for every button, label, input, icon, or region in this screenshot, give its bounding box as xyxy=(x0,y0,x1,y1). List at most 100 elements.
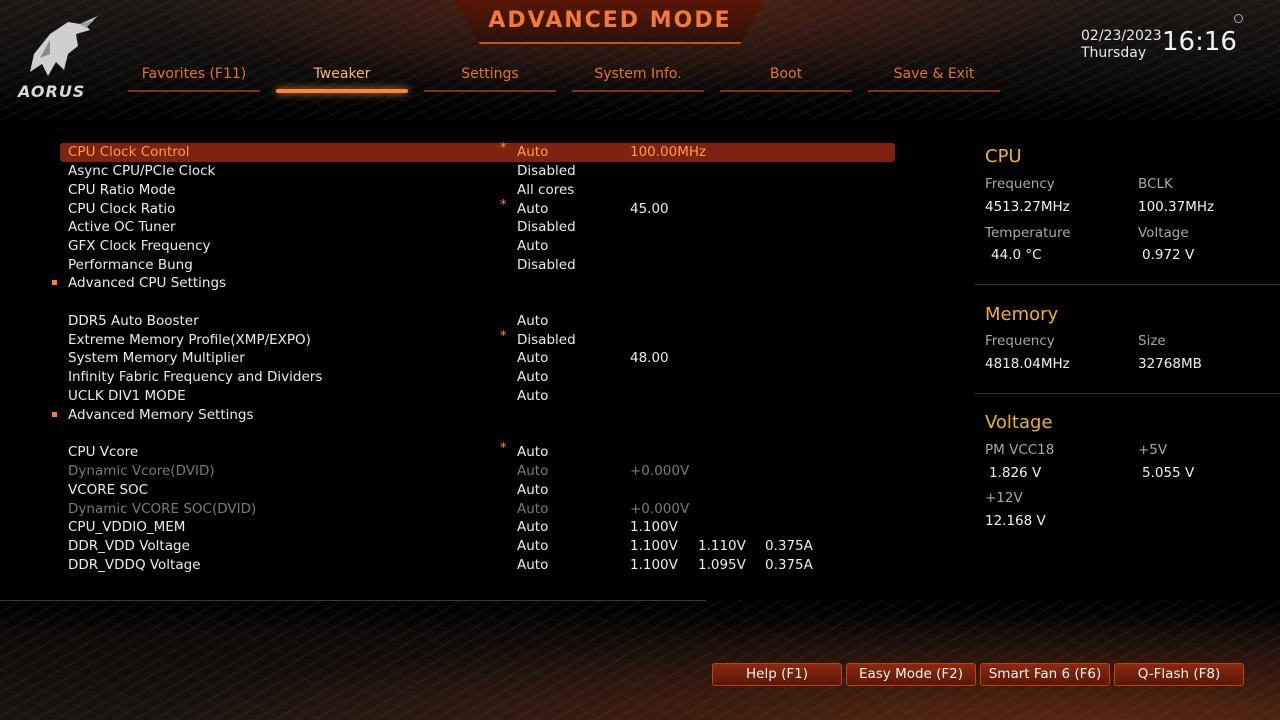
setting-row-ddr-vdd-voltage[interactable]: DDR_VDD Voltage Auto 1.100V 1.110V 0.375… xyxy=(60,537,895,556)
cpu-frequency-label: Frequency xyxy=(985,176,1055,192)
tab-tweaker[interactable]: Tweaker xyxy=(276,66,408,93)
setting-extra: +0.000V xyxy=(630,501,690,517)
content-divider xyxy=(0,600,706,601)
setting-value[interactable]: Auto xyxy=(517,144,548,160)
5v-value: 5.055 V xyxy=(1142,465,1195,481)
cpu-panel-title: CPU xyxy=(985,146,1022,167)
setting-label: Active OC Tuner xyxy=(68,219,176,235)
setting-label: Dynamic Vcore(DVID) xyxy=(68,463,215,479)
setting-row-vcore-soc[interactable]: VCORE SOC Auto xyxy=(60,481,895,500)
settings-dot-icon[interactable] xyxy=(1234,14,1243,23)
help-button[interactable]: Help (F1) xyxy=(712,663,842,686)
setting-row-infinity-fabric[interactable]: Infinity Fabric Frequency and Dividers A… xyxy=(60,368,895,387)
setting-value[interactable]: All cores xyxy=(517,182,574,198)
voltage-panel-title: Voltage xyxy=(985,412,1053,433)
memory-size-label: Size xyxy=(1138,333,1166,349)
modified-star-icon: * xyxy=(500,141,507,156)
setting-value[interactable]: Auto xyxy=(517,388,548,404)
cpu-temperature-value: 44.0 °C xyxy=(991,247,1042,263)
setting-row-gfx-clock-frequency[interactable]: GFX Clock Frequency Auto xyxy=(60,237,895,256)
modified-star-icon: * xyxy=(500,329,507,344)
q-flash-button[interactable]: Q-Flash (F8) xyxy=(1114,663,1244,686)
setting-value[interactable]: Auto xyxy=(517,350,548,366)
pm-vcc18-label: PM VCC18 xyxy=(985,442,1055,458)
tab-label: Save & Exit xyxy=(893,66,975,82)
submenu-advanced-cpu-settings[interactable]: Advanced CPU Settings xyxy=(52,274,895,293)
tab-label: Favorites (F11) xyxy=(141,66,247,82)
setting-row-dynamic-vcore-soc: Dynamic VCORE SOC(DVID) Auto +0.000V xyxy=(60,500,895,519)
weekday: Thursday xyxy=(1081,45,1147,61)
setting-value[interactable]: Disabled xyxy=(517,257,576,273)
logo-text: AORUS xyxy=(18,82,86,101)
setting-label: CPU Vcore xyxy=(68,444,139,460)
setting-row-cpu-ratio-mode[interactable]: CPU Ratio Mode All cores xyxy=(60,181,895,200)
setting-value[interactable]: Auto xyxy=(517,238,548,254)
setting-row-cpu-clock-ratio[interactable]: CPU Clock Ratio * Auto 45.00 xyxy=(60,198,895,219)
submenu-bullet-icon xyxy=(52,280,57,285)
tab-settings[interactable]: Settings xyxy=(424,66,556,92)
setting-row-performance-bung[interactable]: Performance Bung Disabled xyxy=(60,256,895,275)
12v-value: 12.168 V xyxy=(985,513,1046,529)
setting-row-system-memory-multiplier[interactable]: System Memory Multiplier Auto 48.00 xyxy=(60,349,895,368)
setting-label: Performance Bung xyxy=(68,257,193,273)
setting-row-uclk-div1-mode[interactable]: UCLK DIV1 MODE Auto xyxy=(60,387,895,406)
memory-frequency-label: Frequency xyxy=(985,333,1055,349)
setting-value[interactable]: Auto xyxy=(517,201,548,217)
12v-label: +12V xyxy=(985,490,1023,506)
cpu-voltage-label: Voltage xyxy=(1138,225,1189,241)
setting-extra: 48.00 xyxy=(630,350,669,366)
memory-frequency-value: 4818.04MHz xyxy=(985,356,1070,372)
modified-star-icon: * xyxy=(500,441,507,456)
5v-label: +5V xyxy=(1138,442,1168,458)
setting-row-active-oc-tuner[interactable]: Active OC Tuner Disabled xyxy=(60,218,895,237)
tab-label: System Info. xyxy=(594,66,682,82)
tab-underline xyxy=(128,90,260,92)
memory-size-value: 32768MB xyxy=(1138,356,1202,372)
setting-value[interactable]: Auto xyxy=(517,313,548,329)
setting-label: CPU Clock Ratio xyxy=(68,201,176,217)
setting-label: Infinity Fabric Frequency and Dividers xyxy=(68,369,323,385)
setting-value[interactable]: Disabled xyxy=(517,332,576,348)
setting-value[interactable]: Auto xyxy=(517,519,548,535)
setting-current: 0.375A xyxy=(765,538,813,554)
tab-label: Tweaker xyxy=(313,66,371,82)
setting-label: CPU Clock Control xyxy=(68,144,190,160)
tab-system-info[interactable]: System Info. xyxy=(572,66,704,92)
setting-value[interactable]: Auto xyxy=(517,538,548,554)
easy-mode-button[interactable]: Easy Mode (F2) xyxy=(846,663,976,686)
setting-reading: 1.110V xyxy=(698,538,746,554)
setting-row-dynamic-vcore: Dynamic Vcore(DVID) Auto +0.000V xyxy=(60,462,895,481)
setting-value[interactable]: Auto xyxy=(517,482,548,498)
smart-fan-button[interactable]: Smart Fan 6 (F6) xyxy=(980,663,1110,686)
tab-save-exit[interactable]: Save & Exit xyxy=(868,66,1000,92)
clock: 16:16 xyxy=(1162,27,1237,57)
setting-row-cpu-vcore[interactable]: CPU Vcore * Auto xyxy=(60,441,895,462)
setting-value[interactable]: Auto xyxy=(517,557,548,573)
setting-reading: 1.095V xyxy=(698,557,746,573)
setting-row-ddr5-auto-booster[interactable]: DDR5 Auto Booster Auto xyxy=(60,312,895,331)
submenu-advanced-memory-settings[interactable]: Advanced Memory Settings xyxy=(52,406,895,425)
setting-value[interactable]: Disabled xyxy=(517,163,576,179)
tab-favorites[interactable]: Favorites (F11) xyxy=(128,66,260,92)
setting-extra: +0.000V xyxy=(630,463,690,479)
setting-row-xmp-expo[interactable]: Extreme Memory Profile(XMP/EXPO) * Disab… xyxy=(60,329,895,350)
setting-value[interactable]: Auto xyxy=(517,369,548,385)
tab-underline xyxy=(276,89,408,93)
setting-extra: 1.100V xyxy=(630,538,678,554)
date: 02/23/2023 xyxy=(1081,28,1162,44)
setting-row-cpu-clock-control[interactable]: CPU Clock Control * Auto 100.00MHz xyxy=(60,141,895,162)
setting-label: System Memory Multiplier xyxy=(68,350,245,366)
memory-panel-title: Memory xyxy=(985,304,1059,325)
setting-row-async-cpu-pcie-clock[interactable]: Async CPU/PCIe Clock Disabled xyxy=(60,162,895,181)
tab-boot[interactable]: Boot xyxy=(720,66,852,92)
setting-row-cpu-vddio-mem[interactable]: CPU_VDDIO_MEM Auto 1.100V xyxy=(60,518,895,537)
setting-row-ddr-vddq-voltage[interactable]: DDR_VDDQ Voltage Auto 1.100V 1.095V 0.37… xyxy=(60,556,895,575)
setting-label: Advanced CPU Settings xyxy=(68,275,227,291)
setting-label: DDR_VDDQ Voltage xyxy=(68,557,201,573)
setting-value[interactable]: Auto xyxy=(517,444,548,460)
modified-star-icon: * xyxy=(500,198,507,213)
datetime: 02/23/2023 Thursday xyxy=(1081,28,1162,62)
panel-divider xyxy=(975,393,1280,394)
setting-extra: 100.00MHz xyxy=(630,144,707,160)
setting-value[interactable]: Disabled xyxy=(517,219,576,235)
